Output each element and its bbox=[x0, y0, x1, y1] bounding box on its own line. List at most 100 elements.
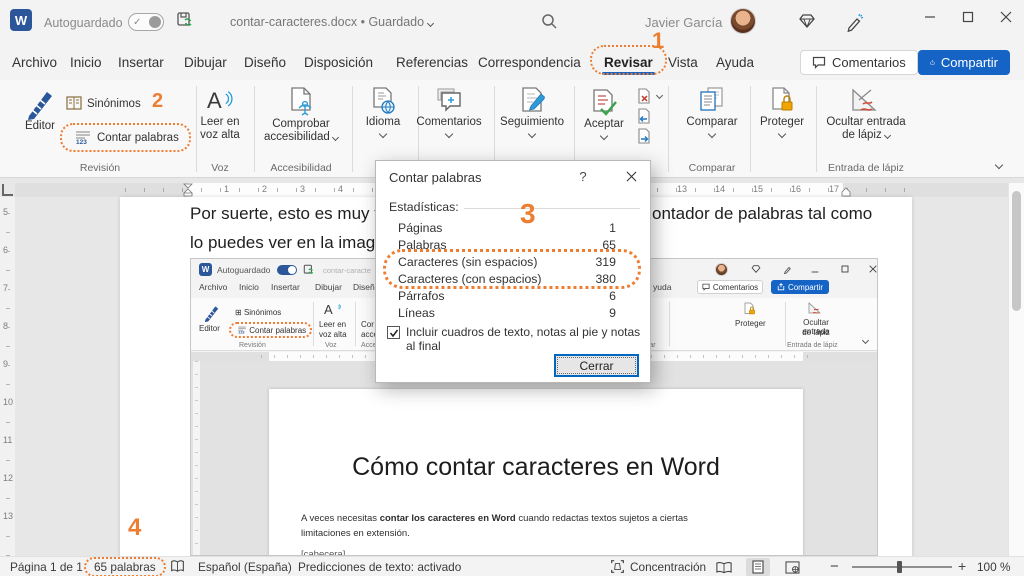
vertical-ruler[interactable]: 5 6 7 8 9 10 11 12 13 bbox=[0, 197, 15, 556]
language-icon bbox=[369, 86, 397, 116]
embedded-tab-ayuda-partial: yuda bbox=[653, 282, 671, 292]
tab-insertar[interactable]: Insertar bbox=[114, 53, 168, 72]
embedded-word-count: 123 Contar palabras bbox=[237, 326, 306, 335]
page-indicator[interactable]: Página 1 de 1 bbox=[10, 560, 83, 574]
chevron-down-icon bbox=[427, 20, 434, 27]
ruler-number: 11 bbox=[3, 435, 12, 445]
ruler-number: 16 bbox=[791, 184, 801, 194]
zoom-in-button[interactable]: + bbox=[958, 558, 966, 574]
dialog-cerrar-button[interactable]: Cerrar bbox=[554, 354, 639, 377]
tab-diseno[interactable]: Diseño bbox=[240, 53, 290, 72]
web-layout-button[interactable] bbox=[780, 558, 804, 576]
compare-icon bbox=[696, 86, 728, 116]
tab-vista[interactable]: Vista bbox=[664, 53, 702, 72]
tab-correspondencia[interactable]: Correspondencia bbox=[474, 53, 585, 72]
chevron-down-icon bbox=[600, 132, 608, 140]
previous-change-button[interactable] bbox=[636, 108, 652, 124]
embedded-tab: Insertar bbox=[271, 282, 300, 292]
dialog-title-bar[interactable]: Contar palabras ? bbox=[376, 161, 650, 191]
tab-dibujar[interactable]: Dibujar bbox=[180, 53, 231, 72]
tab-selector[interactable] bbox=[2, 184, 13, 196]
next-change-button[interactable] bbox=[636, 128, 652, 144]
print-layout-button[interactable] bbox=[746, 558, 770, 576]
autosave-toggle[interactable]: ✓ bbox=[128, 13, 164, 31]
embedded-heading: Cómo contar caracteres en Word bbox=[269, 453, 803, 482]
language-button[interactable]: Idioma bbox=[354, 86, 412, 137]
accessibility-icon bbox=[286, 86, 316, 118]
zoom-level[interactable]: 100 % bbox=[977, 560, 1010, 574]
ribbon-comments-button[interactable]: Comentarios bbox=[412, 86, 486, 137]
embedded-vertical-ruler bbox=[193, 361, 200, 556]
tracking-button[interactable]: Seguimiento bbox=[496, 86, 568, 137]
share-button[interactable]: Compartir bbox=[918, 50, 1010, 75]
minimize-button[interactable] bbox=[912, 0, 948, 34]
group-label-entrada-lapiz: Entrada de lápiz bbox=[818, 162, 914, 174]
scrollbar-thumb[interactable] bbox=[1012, 191, 1021, 311]
right-indent-marker[interactable] bbox=[841, 187, 851, 197]
chevron-down-icon bbox=[708, 130, 716, 138]
check-accessibility-button[interactable]: Comprobar accesibilidad bbox=[256, 86, 346, 144]
read-aloud-button[interactable]: A Leer en voz alta bbox=[194, 86, 246, 142]
hide-ink-button[interactable]: Ocultar entrada de lápiz bbox=[818, 86, 914, 142]
indent-marker[interactable] bbox=[183, 183, 193, 197]
embedded-protect-icon bbox=[743, 302, 756, 317]
protect-button[interactable]: Proteger bbox=[752, 86, 812, 137]
search-icon[interactable] bbox=[540, 12, 558, 35]
embedded-comments-button: Comentarios bbox=[697, 280, 763, 294]
zoom-slider-handle[interactable] bbox=[897, 561, 902, 573]
zoom-slider-track[interactable] bbox=[852, 566, 952, 568]
comment-bubble-icon bbox=[812, 56, 826, 69]
dialog-close-button[interactable] bbox=[614, 161, 648, 191]
proofing-book-icon[interactable] bbox=[170, 559, 185, 576]
close-button[interactable] bbox=[988, 0, 1024, 34]
maximize-button[interactable] bbox=[950, 0, 986, 34]
read-mode-button[interactable] bbox=[712, 558, 736, 576]
previous-change-icon bbox=[636, 108, 652, 124]
tab-revisar[interactable]: Revisar bbox=[600, 53, 657, 72]
text-predictions-indicator[interactable]: Predicciones de texto: activado bbox=[298, 560, 461, 574]
divider bbox=[668, 86, 669, 172]
check-icon: ✓ bbox=[133, 17, 141, 28]
tab-referencias[interactable]: Referencias bbox=[392, 53, 472, 72]
chevron-down-icon bbox=[379, 130, 387, 138]
tab-ayuda[interactable]: Ayuda bbox=[712, 53, 758, 72]
comments-button[interactable]: Comentarios bbox=[800, 50, 918, 75]
collapse-ribbon-chevron-icon[interactable] bbox=[995, 161, 1003, 169]
include-textboxes-checkbox[interactable] bbox=[387, 326, 400, 339]
tab-archivo[interactable]: Archivo bbox=[8, 53, 61, 72]
embedded-pen-icon bbox=[783, 264, 793, 274]
dialog-help-button[interactable]: ? bbox=[566, 161, 600, 191]
presenter-pen-icon[interactable] bbox=[845, 12, 865, 37]
word-count-indicator[interactable]: 65 palabras bbox=[84, 557, 166, 576]
reject-icon bbox=[636, 88, 652, 104]
toggle-knob bbox=[149, 16, 161, 28]
synonyms-button[interactable]: Sinónimos bbox=[66, 96, 141, 111]
dialog-title: Contar palabras bbox=[389, 170, 482, 185]
chevron-down-icon bbox=[656, 91, 663, 98]
editor-button[interactable]: Editor bbox=[14, 86, 66, 133]
document-text-line1-right: ontador de palabras tal como bbox=[652, 204, 872, 224]
embedded-autosave-toggle bbox=[277, 265, 297, 275]
accept-button[interactable]: Aceptar bbox=[576, 88, 632, 139]
ruler-number: 1 bbox=[224, 184, 229, 194]
read-aloud-icon: A bbox=[205, 86, 235, 116]
embedded-share-button: Compartir bbox=[771, 280, 829, 294]
premium-diamond-icon[interactable] bbox=[798, 12, 816, 35]
avatar[interactable] bbox=[730, 8, 756, 34]
focus-mode-button[interactable]: Concentración bbox=[630, 560, 706, 574]
focus-icon[interactable] bbox=[610, 559, 625, 576]
word-count-dialog: Contar palabras ? Estadísticas: Páginas1… bbox=[375, 160, 651, 383]
language-indicator[interactable]: Español (España) bbox=[198, 560, 292, 574]
word-count-button[interactable]: 123 Contar palabras bbox=[66, 127, 187, 148]
reject-change-button[interactable] bbox=[636, 88, 662, 104]
word-logo-icon[interactable]: W bbox=[10, 9, 32, 31]
embedded-paragraph-line2: limitaciones en extensión. bbox=[301, 528, 410, 539]
tab-inicio[interactable]: Inicio bbox=[66, 53, 106, 72]
compare-button[interactable]: Comparar bbox=[678, 86, 746, 137]
vertical-scrollbar[interactable] bbox=[1008, 183, 1024, 556]
zoom-out-button[interactable]: − bbox=[830, 558, 839, 575]
group-label-voz: Voz bbox=[192, 162, 248, 174]
document-title[interactable]: contar-caracteres.docx • Guardado bbox=[230, 15, 433, 29]
tab-disposicion[interactable]: Disposición bbox=[300, 53, 377, 72]
save-sync-icon[interactable] bbox=[176, 11, 193, 33]
